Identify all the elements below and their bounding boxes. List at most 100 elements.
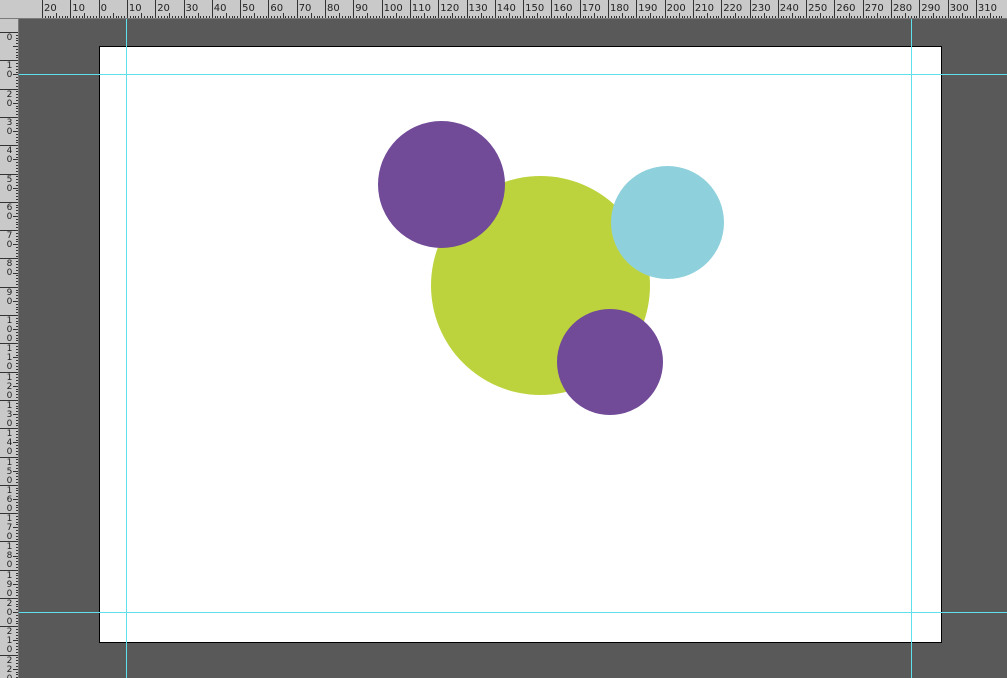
- vertical-guide-right[interactable]: [911, 19, 912, 678]
- ruler-minor-tick: [16, 227, 18, 229]
- ruler-minor-tick: [531, 16, 533, 18]
- ruler-minor-tick: [322, 16, 324, 18]
- ruler-label: 220: [723, 3, 743, 14]
- ruler-minor-tick: [432, 16, 434, 18]
- purple-circle-bottom[interactable]: [557, 309, 663, 415]
- ruler-minor-tick: [16, 114, 18, 116]
- ruler-major-tick: [806, 0, 808, 18]
- ruler-minor-tick: [455, 16, 457, 18]
- ruler-minor-tick: [803, 16, 805, 18]
- ruler-minor-tick: [701, 16, 703, 18]
- ruler-label: 30: [6, 117, 13, 137]
- ruler-minor-tick: [941, 16, 943, 18]
- canvas-workspace: 20 10 0 10 20 30 40 50 60 70 80 90 100 110 120 130 140 15…: [0, 0, 1007, 678]
- ruler-minor-tick: [373, 16, 375, 18]
- ruler-minor-tick: [656, 16, 658, 18]
- ruler-minor-tick: [16, 150, 18, 152]
- ruler-major-tick: [494, 0, 496, 18]
- ruler-minor-tick: [741, 16, 742, 18]
- ruler-label: 120: [6, 372, 13, 401]
- ruler-minor-tick: [319, 16, 321, 18]
- ruler-minor-tick: [341, 16, 343, 18]
- ruler-minor-tick: [16, 617, 18, 619]
- ruler-minor-tick: [387, 16, 389, 18]
- ruler-label: 70: [6, 231, 13, 251]
- ruler-label: 280: [893, 3, 913, 14]
- ruler-major-tick: [70, 0, 72, 18]
- ruler-minor-tick: [633, 16, 635, 18]
- ruler-minor-tick: [16, 578, 18, 580]
- ruler-minor-tick: [517, 16, 519, 18]
- ruler-minor-tick: [16, 320, 18, 322]
- ruler-minor-tick: [333, 16, 335, 18]
- ruler-minor-tick: [16, 450, 18, 452]
- ruler-minor-tick: [16, 71, 18, 73]
- ruler-minor-tick: [16, 431, 18, 433]
- ruler-minor-tick: [121, 16, 123, 18]
- purple-circle-top-left[interactable]: [378, 121, 505, 248]
- ruler-minor-tick: [361, 16, 363, 18]
- ruler-minor-tick: [415, 16, 417, 18]
- ruler-label: 60: [6, 202, 13, 222]
- ruler-label: 80: [6, 259, 13, 279]
- ruler-minor-tick: [16, 193, 18, 195]
- horizontal-ruler[interactable]: 20 10 0 10 20 30 40 50 60 70 80 90 100 110 120 130 140 15…: [0, 0, 1007, 19]
- ruler-major-tick: [721, 0, 723, 18]
- ruler-minor-tick: [16, 54, 18, 56]
- ruler-label: 100: [383, 3, 403, 14]
- ruler-minor-tick: [16, 354, 18, 356]
- ruler-minor-tick: [16, 298, 18, 300]
- ruler-minor-tick: [390, 16, 392, 18]
- ruler-minor-tick: [16, 448, 18, 449]
- ruler-minor-tick: [757, 16, 759, 18]
- ruler-minor-tick: [842, 16, 844, 18]
- ruler-minor-tick: [206, 16, 208, 18]
- vertical-guide-left[interactable]: [126, 19, 127, 678]
- ruler-minor-tick: [16, 283, 18, 285]
- ruler-minor-tick: [16, 148, 18, 150]
- ruler-label: 50: [6, 174, 13, 194]
- vertical-ruler[interactable]: 0 10 20 30 40 50 60 70 80 90 100110120130140150160…: [0, 19, 19, 678]
- ruler-minor-tick: [755, 16, 757, 18]
- ruler-minor-tick: [16, 606, 18, 608]
- ruler-minor-tick: [305, 16, 307, 18]
- ruler-label: 180: [610, 3, 630, 14]
- ruler-minor-tick: [149, 16, 151, 18]
- ruler-minor-tick: [237, 16, 239, 18]
- ruler-minor-tick: [16, 317, 18, 319]
- ruler-minor-tick: [610, 16, 612, 18]
- ruler-label: 240: [779, 3, 799, 14]
- ruler-minor-tick: [874, 16, 876, 18]
- ruler-minor-tick: [667, 16, 669, 18]
- ruler-minor-tick: [893, 16, 895, 18]
- ruler-minor-tick: [695, 16, 697, 18]
- ruler-minor-tick: [973, 16, 975, 18]
- ruler-label: 260: [836, 3, 856, 14]
- ruler-minor-tick: [16, 136, 18, 138]
- ruler-minor-tick: [16, 108, 18, 110]
- light-blue-circle[interactable]: [611, 166, 724, 279]
- document-page[interactable]: [99, 46, 942, 643]
- ruler-minor-tick: [599, 16, 601, 18]
- ruler-minor-tick: [16, 40, 18, 42]
- ruler-minor-tick: [78, 16, 80, 18]
- ruler-minor-tick: [525, 16, 527, 18]
- ruler-minor-tick: [528, 16, 530, 18]
- ruler-label: 20: [157, 3, 170, 14]
- horizontal-guide-top[interactable]: [19, 74, 1007, 75]
- ruler-minor-tick: [616, 16, 618, 18]
- ruler-major-tick: [664, 0, 666, 18]
- horizontal-guide-bottom[interactable]: [19, 612, 1007, 613]
- ruler-minor-tick: [16, 326, 18, 328]
- ruler-minor-tick: [520, 16, 522, 18]
- ruler-minor-tick: [995, 16, 997, 18]
- ruler-minor-tick: [152, 16, 154, 18]
- ruler-minor-tick: [647, 16, 649, 18]
- ruler-label: 210: [694, 3, 714, 14]
- ruler-minor-tick: [746, 16, 748, 18]
- ruler-label: 220: [6, 655, 13, 678]
- ruler-minor-tick: [559, 16, 561, 18]
- ruler-minor-tick: [967, 16, 969, 18]
- ruler-minor-tick: [16, 176, 18, 178]
- ruler-minor-tick: [279, 16, 281, 18]
